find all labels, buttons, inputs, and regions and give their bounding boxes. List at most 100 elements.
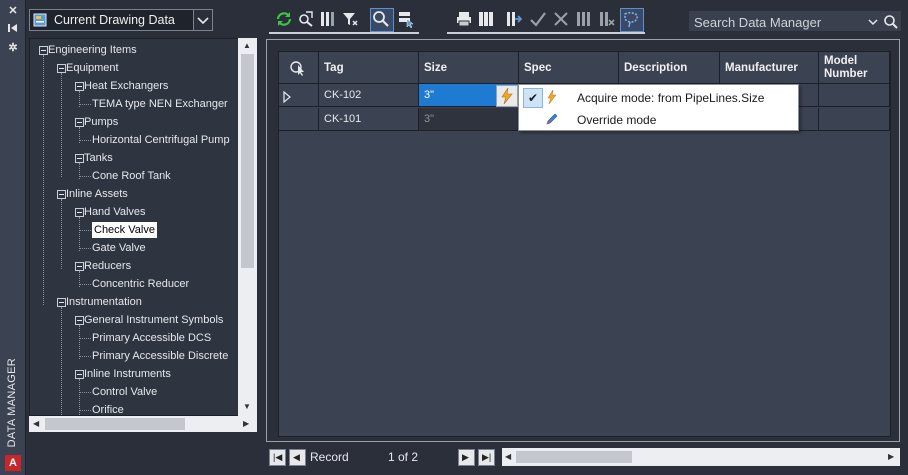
tree-node[interactable]: TEMA type NEN Exchanger [92,96,228,112]
pencil-icon [546,113,558,125]
grid-cell-tag[interactable]: CK-101 [319,108,419,131]
search-input[interactable] [692,13,866,31]
delete-column-icon[interactable] [598,10,616,28]
chevron-down-icon[interactable] [866,15,880,29]
select-in-drawing-icon[interactable] [397,10,415,28]
grid-cell-size[interactable]: 3" [419,108,519,131]
tree-horizontal-scrollbar[interactable]: ◀ ▶ [29,416,257,432]
auto-hide-icon[interactable] [7,23,19,35]
tree-node[interactable]: Cone Roof Tank [92,168,171,184]
tree-expander-icon[interactable] [75,316,84,325]
tree-node[interactable]: Tanks [84,150,113,166]
scroll-left-icon[interactable]: ◀ [33,419,39,429]
tree-node[interactable]: Horizontal Centrifugal Pump [92,132,230,148]
tree-node[interactable]: Equipment [66,60,119,76]
zoom-to-selection-icon[interactable] [297,10,315,28]
lightning-icon [501,87,513,105]
scroll-left-icon[interactable]: ◀ [505,452,511,462]
menu-item-acquire-mode[interactable]: ✔ Acquire mode: from PipeLines.Size [519,86,798,108]
menu-item-override-mode[interactable]: Override mode [519,108,798,130]
show-columns-icon[interactable] [319,10,337,28]
tree-node[interactable]: Orifice [92,402,124,415]
item-tree[interactable]: Engineering Items Equipment Heat Exchanger… [29,38,257,416]
acquisition-button[interactable] [496,85,518,107]
table-setup-icon[interactable] [477,10,495,28]
column-header[interactable]: Tag [319,52,419,84]
tree-node[interactable]: Pumps [84,114,118,130]
previous-record-icon: ◀ [293,452,300,462]
tree-expander-icon[interactable] [75,262,84,271]
tree-node[interactable]: Hand Valves [84,204,146,220]
tree-line [79,230,91,231]
tree-expander-icon[interactable] [57,190,66,199]
lasso-button[interactable] [620,8,644,32]
tree-hscroll-thumb[interactable] [45,418,185,430]
column-header[interactable]: Spec [519,52,619,84]
filter-icon[interactable] [341,10,359,28]
find-button[interactable] [370,8,394,32]
tree-line [43,55,44,305]
tree-node[interactable]: Inline Assets [66,186,128,202]
grid-horizontal-scrollbar[interactable]: ◀ ▶ [502,448,900,466]
tree-node[interactable]: Inline Instruments [84,366,171,382]
last-record-button[interactable]: ▶| [478,449,495,466]
search-icon [373,11,389,27]
tree-expander-icon[interactable] [75,154,84,163]
autocad-logo: A [5,455,21,471]
next-record-button[interactable]: ▶ [458,449,475,466]
tree-node[interactable]: Control Valve [92,384,157,400]
tree-node[interactable]: Heat Exchangers [84,78,168,94]
accept-icon[interactable] [529,10,547,28]
first-record-icon: |◀ [273,452,283,462]
reject-icon[interactable] [552,10,570,28]
export-icon[interactable] [505,10,523,28]
scroll-right-icon[interactable]: ▶ [243,419,249,429]
tree-node[interactable]: Reducers [84,258,131,274]
palette-side-strip: ✕ ✲ DATA MANAGER A [0,0,26,475]
chevron-down-icon [197,17,209,25]
grid-cell-tag[interactable]: CK-102 [319,84,419,107]
tree-expander-icon[interactable] [75,118,84,127]
tree-scroll-thumb[interactable] [241,54,254,268]
grid-cell-model[interactable] [819,84,890,107]
tree-expander-icon[interactable] [75,208,84,217]
row-selector[interactable] [279,108,319,131]
previous-record-button[interactable]: ◀ [289,449,306,466]
datasource-dropdown[interactable]: Current Drawing Data [29,9,213,31]
tree-node[interactable]: Primary Accessible Discrete [92,348,228,364]
tree-expander-icon[interactable] [75,82,84,91]
scroll-up-icon[interactable]: ▲ [243,41,251,51]
record-label: Record [310,450,349,464]
tree-node[interactable]: Engineering Items [48,42,137,58]
tree-expander-icon[interactable] [75,370,84,379]
hide-columns-icon[interactable] [575,10,593,28]
tree-node[interactable]: Concentric Reducer [92,276,189,292]
scroll-down-icon[interactable]: ▼ [243,402,251,412]
column-header[interactable]: Manufacturer [720,52,819,84]
column-header[interactable]: Size [419,52,519,84]
tree-node[interactable]: Primary Accessible DCS [92,330,211,346]
tree-node[interactable]: Check Valve [92,222,157,238]
column-header[interactable]: Description [619,52,720,84]
menu-item-label: Override mode [577,113,657,127]
refresh-icon[interactable] [275,10,293,28]
search-icon[interactable] [883,14,899,30]
properties-icon[interactable]: ✲ [7,42,19,54]
tree-node[interactable]: Instrumentation [66,294,142,310]
column-header[interactable]: Model Number [819,52,890,84]
grid-cell-model[interactable] [819,108,890,131]
tree-expander-icon[interactable] [57,298,66,307]
close-icon[interactable]: ✕ [7,5,19,17]
first-record-button[interactable]: |◀ [269,449,286,466]
tree-vertical-scrollbar[interactable]: ▲ ▼ [238,38,257,416]
tree-node[interactable]: Gate Valve [92,240,146,256]
datasource-dropdown-button[interactable] [193,10,212,30]
print-icon[interactable] [455,10,473,28]
scroll-right-icon[interactable]: ▶ [888,452,894,462]
grid-hscroll-thumb[interactable] [516,451,632,463]
tree-expander-icon[interactable] [57,64,66,73]
tree-node[interactable]: General Instrument Symbols [84,312,223,328]
tree-line [79,284,91,285]
tree-expander-icon[interactable] [39,46,48,55]
select-all-header[interactable] [279,52,319,84]
